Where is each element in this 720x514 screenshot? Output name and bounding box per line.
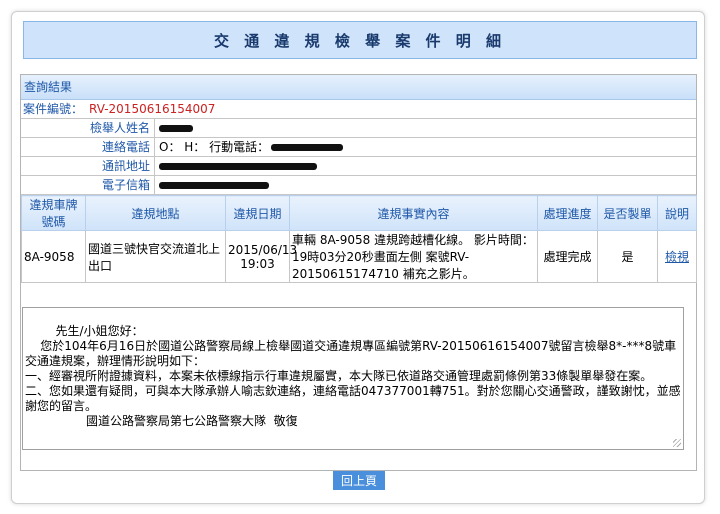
col-header-plate: 違規車牌號碼 — [21, 195, 86, 231]
col-header-date: 違規日期 — [225, 195, 290, 231]
phone-label: 連絡電話 — [21, 138, 155, 156]
phone-value: O： H： 行動電話： — [155, 138, 344, 156]
result-panel: 查詢結果 案件編號： RV-20150616154007 檢舉人姓名 連絡電話 … — [20, 74, 697, 471]
view-detail-link[interactable]: 檢視 — [665, 250, 689, 264]
address-value — [155, 157, 317, 175]
col-header-ticketed: 是否製單 — [597, 195, 658, 231]
cell-ticketed: 是 — [597, 230, 658, 283]
redacted-text — [271, 144, 344, 151]
address-row: 通訊地址 — [21, 157, 696, 176]
page-title: 交 通 違 規 檢 舉 案 件 明 細 — [23, 21, 697, 59]
redacted-text — [159, 182, 269, 189]
cell-content: 車輛 8A-9058 違規跨越槽化線。 影片時間：19時03分20秒畫面左側 案… — [289, 230, 538, 283]
cell-location: 國道三號快官交流道北上出口 — [85, 230, 226, 283]
section-header: 查詢結果 — [21, 75, 696, 100]
phone-row: 連絡電話 O： H： 行動電話： — [21, 138, 696, 157]
resize-grip-icon[interactable] — [673, 439, 681, 447]
redacted-text — [159, 163, 317, 170]
case-number-label: 案件編號： — [23, 102, 84, 116]
cell-date: 2015/06/13 19:03 — [225, 230, 297, 283]
violation-table: 違規車牌號碼 違規地點 違規日期 違規事實內容 處理進度 是否製單 說明 8A-… — [21, 195, 697, 283]
case-number-row: 案件編號： RV-20150616154007 — [21, 100, 696, 119]
phone-value-text: O： H： 行動電話： — [159, 140, 270, 154]
email-label: 電子信箱 — [21, 176, 155, 194]
reporter-name-value — [155, 119, 193, 137]
reporter-name-row: 檢舉人姓名 — [21, 119, 696, 138]
cell-plate: 8A-9058 — [21, 230, 86, 283]
reply-text: 先生/小姐您好： 您於104年6月16日於國道公路警察局線上檢舉國道交通違規專區… — [25, 324, 681, 428]
redacted-text — [159, 125, 193, 132]
col-header-detail: 說明 — [657, 195, 697, 231]
email-value — [155, 176, 269, 194]
col-header-content: 違規事實內容 — [289, 195, 538, 231]
back-button[interactable]: 回上頁 — [333, 471, 385, 490]
col-header-location: 違規地點 — [85, 195, 226, 231]
reporter-name-label: 檢舉人姓名 — [21, 119, 155, 137]
address-label: 通訊地址 — [21, 157, 155, 175]
cell-detail: 檢視 — [657, 230, 697, 283]
cell-progress: 處理完成 — [537, 230, 598, 283]
table-row: 8A-9058 國道三號快官交流道北上出口 2015/06/13 19:03 車… — [21, 230, 697, 283]
email-row: 電子信箱 — [21, 176, 696, 195]
reply-textarea[interactable]: 先生/小姐您好： 您於104年6月16日於國道公路警察局線上檢舉國道交通違規專區… — [22, 307, 684, 450]
table-header-row: 違規車牌號碼 違規地點 違規日期 違規事實內容 處理進度 是否製單 說明 — [21, 195, 697, 231]
col-header-progress: 處理進度 — [537, 195, 598, 231]
case-number-value: RV-20150616154007 — [89, 102, 216, 116]
